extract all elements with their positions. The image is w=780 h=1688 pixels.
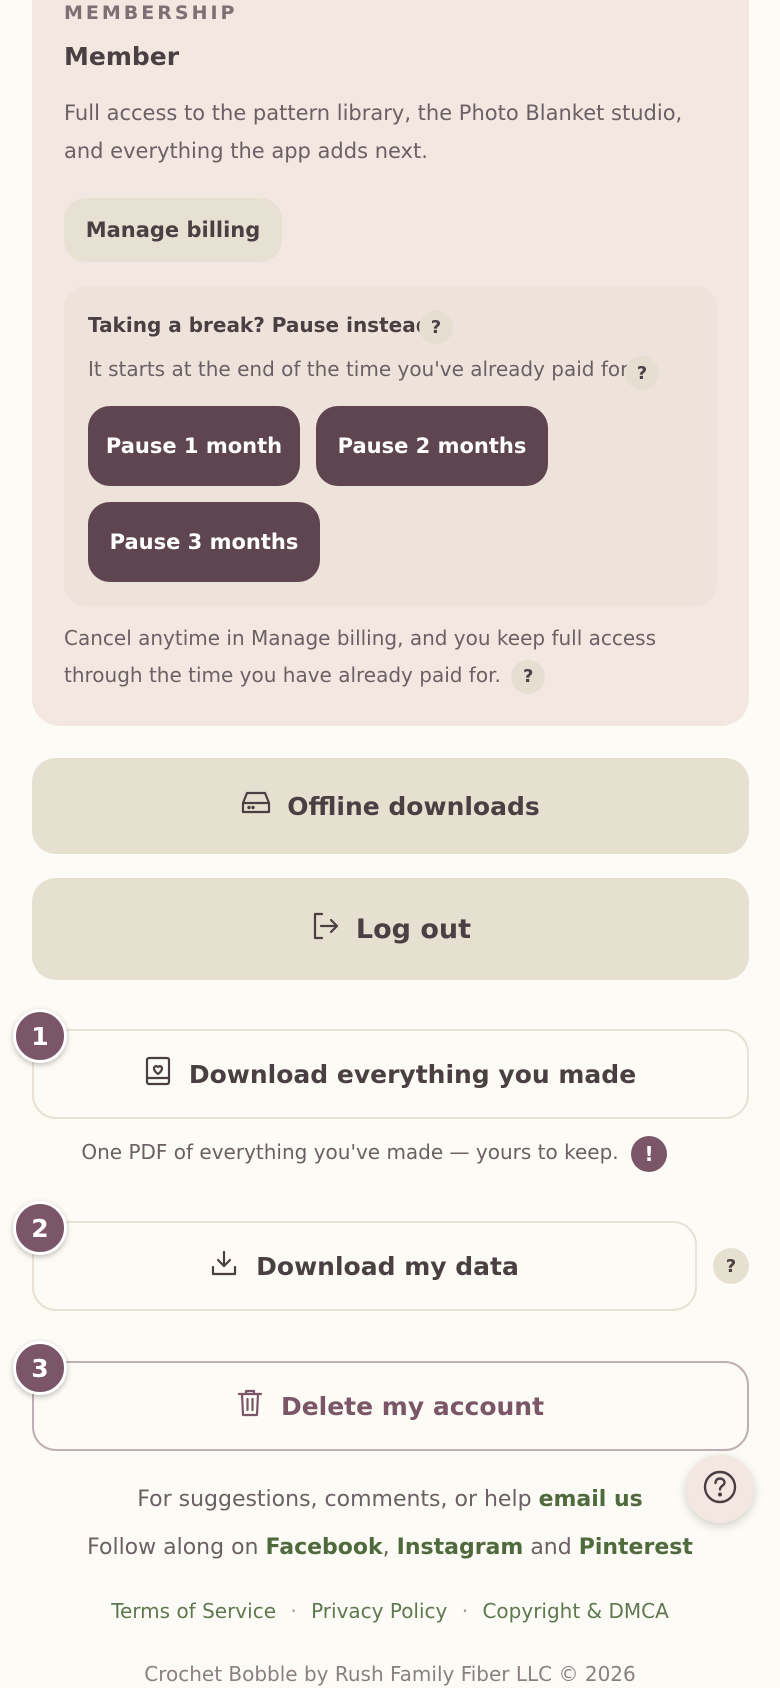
download-data-help-icon[interactable]: ? [713,1248,749,1284]
copyright-dmca-link[interactable]: Copyright & DMCA [482,1599,668,1623]
follow-comma: , [382,1535,390,1560]
download-everything-label: Download everything you made [188,1059,637,1089]
download-my-data-label: Download my data [256,1251,519,1281]
pause-title-help-icon[interactable]: ? [419,310,453,344]
drive-icon [241,790,271,822]
copyright-text: Crochet Bobble by Rush Family Fiber LLC … [144,1662,636,1686]
delete-account-button[interactable]: Delete my account [32,1361,749,1451]
download-my-data-button[interactable]: Download my data [32,1221,697,1311]
instagram-link[interactable]: Instagram [397,1535,524,1560]
portrait-icon [145,1056,171,1092]
suggestions-text: For suggestions, comments, or help [137,1487,532,1512]
legal-separator: · [461,1599,469,1623]
logout-icon [310,911,340,948]
pause-subtitle-help-icon[interactable]: ? [625,356,659,390]
download-everything-note: One PDF of everything you've made — your… [81,1140,619,1164]
pause-1-month-button[interactable]: Pause 1 month [88,406,300,486]
offline-downloads-button[interactable]: Offline downloads [32,758,749,854]
offline-downloads-label: Offline downloads [287,791,540,821]
help-fab-button[interactable] [686,1455,754,1523]
suggestions-line: For suggestions, comments, or help email… [0,1487,780,1512]
alert-icon[interactable]: ! [631,1136,667,1172]
logout-label: Log out [355,913,472,945]
step-number-2: 2 [13,1201,67,1255]
privacy-link[interactable]: Privacy Policy [311,1599,447,1623]
pause-2-months-button[interactable]: Pause 2 months [316,406,548,486]
pinterest-link[interactable]: Pinterest [579,1535,693,1560]
delete-account-label: Delete my account [280,1391,545,1421]
membership-description: Full access to the pattern library, the … [64,101,683,163]
cancel-note-help-icon[interactable]: ? [511,659,546,694]
terms-link[interactable]: Terms of Service [111,1599,276,1623]
email-us-link[interactable]: email us [539,1487,643,1512]
follow-text: Follow along on [87,1535,259,1560]
trash-icon [237,1388,263,1424]
question-circle-icon [702,1469,738,1509]
legal-separator: · [290,1599,297,1623]
membership-tier: Member [64,42,180,71]
follow-line: Follow along on Facebook, Instagram and … [0,1535,780,1560]
pause-title: Taking a break? Pause instead. [88,313,438,337]
cancel-note: Cancel anytime in Manage billing, and yo… [64,620,704,694]
logout-button[interactable]: Log out [32,878,749,980]
pause-3-months-button[interactable]: Pause 3 months [88,502,320,582]
cancel-note-text: Cancel anytime in Manage billing, and yo… [64,626,657,687]
membership-eyebrow: MEMBERSHIP [64,2,238,24]
step-number-3: 3 [13,1341,67,1395]
download-everything-button[interactable]: Download everything you made [32,1029,749,1119]
pause-subtitle: It starts at the end of the time you've … [88,357,633,381]
facebook-link[interactable]: Facebook [265,1535,382,1560]
download-icon [210,1249,238,1283]
manage-billing-button[interactable]: Manage billing [64,198,282,262]
and-text: and [530,1535,572,1560]
legal-links: Terms of Service · Privacy Policy · Copy… [0,1599,780,1623]
step-number-1: 1 [13,1009,67,1063]
